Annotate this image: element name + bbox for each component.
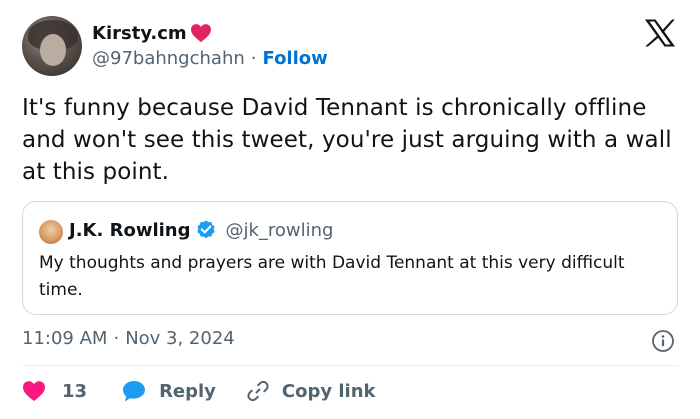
tweet-actions-bar: 13 Reply Copy link xyxy=(22,377,376,405)
tweet-date: Nov 3, 2024 xyxy=(125,328,235,349)
follow-button[interactable]: Follow xyxy=(263,48,328,69)
red-heart-icon xyxy=(190,24,211,43)
link-icon xyxy=(247,380,269,402)
tweet-timestamp[interactable]: 11:09 AM · Nov 3, 2024 xyxy=(22,328,235,349)
quoted-tweet-card[interactable]: J.K. Rowling @jk_rowling My thoughts and… xyxy=(22,201,678,315)
avatar-face-shape xyxy=(40,34,66,66)
like-count: 13 xyxy=(62,380,88,402)
separator-dot: · xyxy=(250,48,257,69)
author-handle[interactable]: @97bahngchahn xyxy=(92,48,245,69)
author-handle-row: @97bahngchahn · Follow xyxy=(92,48,328,69)
author-avatar[interactable] xyxy=(22,16,82,76)
like-button[interactable]: 13 xyxy=(22,380,87,402)
reply-bubble-icon xyxy=(123,381,146,402)
reply-button[interactable]: Reply xyxy=(121,379,216,403)
quoted-tweet-text: My thoughts and prayers are with David T… xyxy=(39,253,625,300)
verified-badge-icon xyxy=(197,220,216,239)
quoted-author-handle: @jk_rowling xyxy=(225,219,334,241)
author-display-name[interactable]: Kirsty.cm xyxy=(92,23,187,44)
tweet-text: It's funny because David Tennant is chro… xyxy=(22,95,672,185)
actions-divider xyxy=(22,365,678,366)
info-icon[interactable] xyxy=(651,329,675,353)
tweet-time: 11:09 AM xyxy=(22,328,108,349)
quoted-author-avatar xyxy=(39,220,63,244)
quoted-author-name: J.K. Rowling xyxy=(69,219,191,241)
heart-icon xyxy=(23,381,45,401)
reply-label: Reply xyxy=(159,380,216,402)
copy-link-button[interactable]: Copy link xyxy=(246,379,376,403)
quoted-tweet-header: J.K. Rowling @jk_rowling xyxy=(69,217,333,243)
author-name-row: Kirsty.cm xyxy=(92,20,212,46)
copy-link-label: Copy link xyxy=(281,380,376,402)
x-logo-icon[interactable] xyxy=(643,18,677,48)
separator-dot: · xyxy=(113,328,120,349)
